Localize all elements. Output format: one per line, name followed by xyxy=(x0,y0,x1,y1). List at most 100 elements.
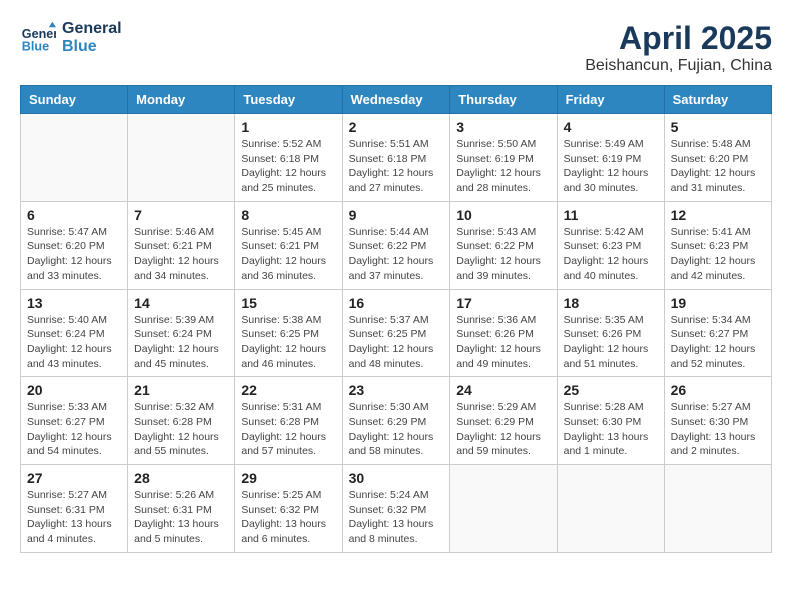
calendar-cell: 2 Sunrise: 5:51 AMSunset: 6:18 PMDaylight… xyxy=(342,114,450,202)
logo-icon: General Blue xyxy=(20,20,56,56)
day-number: 16 xyxy=(349,295,444,311)
calendar-cell xyxy=(21,114,128,202)
calendar-cell: 9Sunrise: 5:44 AMSunset: 6:22 PMDaylight… xyxy=(342,201,450,289)
calendar-cell xyxy=(450,465,557,553)
calendar-cell: 15Sunrise: 5:38 AMSunset: 6:25 PMDayligh… xyxy=(235,289,342,377)
cell-info: Sunrise: 5:27 AMSunset: 6:31 PMDaylight:… xyxy=(27,488,121,547)
cell-info: Sunrise: 5:45 AMSunset: 6:21 PMDaylight:… xyxy=(241,225,335,284)
logo-text: General Blue xyxy=(62,20,122,56)
day-number: 7 xyxy=(134,207,228,223)
calendar-cell xyxy=(128,114,235,202)
calendar-week-row: 1 Sunrise: 5:52 AMSunset: 6:18 PMDaylight… xyxy=(21,114,772,202)
cell-info: Sunrise: 5:42 AMSunset: 6:23 PMDaylight:… xyxy=(564,225,658,284)
calendar-cell: 13 Sunrise: 5:40 AMSunset: 6:24 PMDayligh… xyxy=(21,289,128,377)
calendar: SundayMondayTuesdayWednesdayThursdayFrid… xyxy=(20,85,772,553)
day-number: 30 xyxy=(349,470,444,486)
cell-info: Sunrise: 5:43 AMSunset: 6:22 PMDaylight:… xyxy=(456,225,550,284)
cell-info: Sunrise: 5:37 AMSunset: 6:25 PMDaylight:… xyxy=(349,313,444,372)
calendar-cell: 18Sunrise: 5:35 AMSunset: 6:26 PMDayligh… xyxy=(557,289,664,377)
cell-info: Sunrise: 5:36 AMSunset: 6:26 PMDaylight:… xyxy=(456,313,550,372)
cell-info: Sunrise: 5:47 AMSunset: 6:20 PMDaylight:… xyxy=(27,225,121,284)
day-number: 4 xyxy=(564,119,658,135)
weekday-header-tuesday: Tuesday xyxy=(235,86,342,114)
cell-info: Sunrise: 5:46 AMSunset: 6:21 PMDaylight:… xyxy=(134,225,228,284)
day-number: 24 xyxy=(456,382,550,398)
cell-info: Sunrise: 5:28 AMSunset: 6:30 PMDaylight:… xyxy=(564,400,658,459)
calendar-cell: 26Sunrise: 5:27 AMSunset: 6:30 PMDayligh… xyxy=(664,377,771,465)
weekday-header-thursday: Thursday xyxy=(450,86,557,114)
day-number: 13 xyxy=(27,295,121,311)
cell-info: Sunrise: 5:41 AMSunset: 6:23 PMDaylight:… xyxy=(671,225,765,284)
cell-info: Sunrise: 5:51 AMSunset: 6:18 PMDaylight:… xyxy=(349,137,444,196)
calendar-week-row: 6 Sunrise: 5:47 AMSunset: 6:20 PMDaylight… xyxy=(21,201,772,289)
cell-info: Sunrise: 5:49 AMSunset: 6:19 PMDaylight:… xyxy=(564,137,658,196)
cell-info: Sunrise: 5:27 AMSunset: 6:30 PMDaylight:… xyxy=(671,400,765,459)
day-number: 19 xyxy=(671,295,765,311)
day-number: 27 xyxy=(27,470,121,486)
calendar-cell: 23Sunrise: 5:30 AMSunset: 6:29 PMDayligh… xyxy=(342,377,450,465)
logo: General Blue General Blue xyxy=(20,20,122,56)
calendar-cell: 17 Sunrise: 5:36 AMSunset: 6:26 PMDayligh… xyxy=(450,289,557,377)
day-number: 22 xyxy=(241,382,335,398)
weekday-header-row: SundayMondayTuesdayWednesdayThursdayFrid… xyxy=(21,86,772,114)
cell-info: Sunrise: 5:26 AMSunset: 6:31 PMDaylight:… xyxy=(134,488,228,547)
calendar-cell: 25 Sunrise: 5:28 AMSunset: 6:30 PMDayligh… xyxy=(557,377,664,465)
weekday-header-monday: Monday xyxy=(128,86,235,114)
calendar-cell: 27 Sunrise: 5:27 AMSunset: 6:31 PMDayligh… xyxy=(21,465,128,553)
cell-info: Sunrise: 5:48 AMSunset: 6:20 PMDaylight:… xyxy=(671,137,765,196)
calendar-cell: 30 Sunrise: 5:24 AMSunset: 6:32 PMDayligh… xyxy=(342,465,450,553)
cell-info: Sunrise: 5:52 AMSunset: 6:18 PMDaylight:… xyxy=(241,137,335,196)
calendar-cell: 22 Sunrise: 5:31 AMSunset: 6:28 PMDayligh… xyxy=(235,377,342,465)
day-number: 11 xyxy=(564,207,658,223)
calendar-cell: 24Sunrise: 5:29 AMSunset: 6:29 PMDayligh… xyxy=(450,377,557,465)
day-number: 21 xyxy=(134,382,228,398)
weekday-header-friday: Friday xyxy=(557,86,664,114)
day-number: 10 xyxy=(456,207,550,223)
calendar-cell: 1 Sunrise: 5:52 AMSunset: 6:18 PMDaylight… xyxy=(235,114,342,202)
cell-info: Sunrise: 5:32 AMSunset: 6:28 PMDaylight:… xyxy=(134,400,228,459)
day-number: 2 xyxy=(349,119,444,135)
calendar-cell: 28Sunrise: 5:26 AMSunset: 6:31 PMDayligh… xyxy=(128,465,235,553)
day-number: 6 xyxy=(27,207,121,223)
calendar-cell: 11 Sunrise: 5:42 AMSunset: 6:23 PMDayligh… xyxy=(557,201,664,289)
calendar-cell: 7 Sunrise: 5:46 AMSunset: 6:21 PMDaylight… xyxy=(128,201,235,289)
day-number: 12 xyxy=(671,207,765,223)
calendar-week-row: 13 Sunrise: 5:40 AMSunset: 6:24 PMDayligh… xyxy=(21,289,772,377)
day-number: 25 xyxy=(564,382,658,398)
day-number: 8 xyxy=(241,207,335,223)
calendar-cell xyxy=(664,465,771,553)
weekday-header-saturday: Saturday xyxy=(664,86,771,114)
calendar-week-row: 20Sunrise: 5:33 AMSunset: 6:27 PMDayligh… xyxy=(21,377,772,465)
calendar-cell: 20Sunrise: 5:33 AMSunset: 6:27 PMDayligh… xyxy=(21,377,128,465)
cell-info: Sunrise: 5:39 AMSunset: 6:24 PMDaylight:… xyxy=(134,313,228,372)
day-number: 14 xyxy=(134,295,228,311)
cell-info: Sunrise: 5:31 AMSunset: 6:28 PMDaylight:… xyxy=(241,400,335,459)
day-number: 9 xyxy=(349,207,444,223)
weekday-header-sunday: Sunday xyxy=(21,86,128,114)
cell-info: Sunrise: 5:30 AMSunset: 6:29 PMDaylight:… xyxy=(349,400,444,459)
day-number: 17 xyxy=(456,295,550,311)
cell-info: Sunrise: 5:38 AMSunset: 6:25 PMDaylight:… xyxy=(241,313,335,372)
location-title: Beishancun, Fujian, China xyxy=(585,57,772,75)
cell-info: Sunrise: 5:33 AMSunset: 6:27 PMDaylight:… xyxy=(27,400,121,459)
calendar-cell: 29Sunrise: 5:25 AMSunset: 6:32 PMDayligh… xyxy=(235,465,342,553)
calendar-cell: 10 Sunrise: 5:43 AMSunset: 6:22 PMDayligh… xyxy=(450,201,557,289)
cell-info: Sunrise: 5:25 AMSunset: 6:32 PMDaylight:… xyxy=(241,488,335,547)
cell-info: Sunrise: 5:34 AMSunset: 6:27 PMDaylight:… xyxy=(671,313,765,372)
calendar-cell: 5 Sunrise: 5:48 AMSunset: 6:20 PMDaylight… xyxy=(664,114,771,202)
calendar-cell xyxy=(557,465,664,553)
calendar-cell: 3 Sunrise: 5:50 AMSunset: 6:19 PMDaylight… xyxy=(450,114,557,202)
day-number: 5 xyxy=(671,119,765,135)
cell-info: Sunrise: 5:50 AMSunset: 6:19 PMDaylight:… xyxy=(456,137,550,196)
title-area: April 2025 Beishancun, Fujian, China xyxy=(585,20,772,75)
calendar-cell: 6 Sunrise: 5:47 AMSunset: 6:20 PMDaylight… xyxy=(21,201,128,289)
calendar-cell: 19 Sunrise: 5:34 AMSunset: 6:27 PMDayligh… xyxy=(664,289,771,377)
calendar-cell: 14 Sunrise: 5:39 AMSunset: 6:24 PMDayligh… xyxy=(128,289,235,377)
cell-info: Sunrise: 5:24 AMSunset: 6:32 PMDaylight:… xyxy=(349,488,444,547)
calendar-cell: 16 Sunrise: 5:37 AMSunset: 6:25 PMDayligh… xyxy=(342,289,450,377)
day-number: 1 xyxy=(241,119,335,135)
calendar-cell: 21 Sunrise: 5:32 AMSunset: 6:28 PMDayligh… xyxy=(128,377,235,465)
day-number: 3 xyxy=(456,119,550,135)
cell-info: Sunrise: 5:40 AMSunset: 6:24 PMDaylight:… xyxy=(27,313,121,372)
day-number: 18 xyxy=(564,295,658,311)
